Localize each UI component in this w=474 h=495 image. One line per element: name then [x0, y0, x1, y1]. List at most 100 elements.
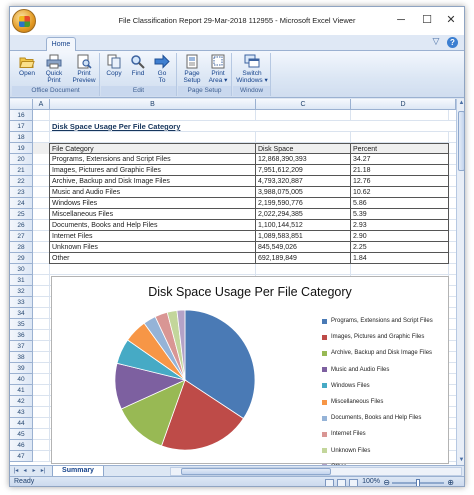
- first-sheet-icon[interactable]: |◂: [12, 467, 20, 476]
- table-cell-percent[interactable]: 5.39: [351, 209, 449, 220]
- cell-a[interactable]: [33, 385, 50, 396]
- cell-a[interactable]: [33, 396, 50, 407]
- cell-a[interactable]: [33, 110, 50, 121]
- row-header[interactable]: 27: [10, 231, 33, 242]
- cell-a[interactable]: [33, 231, 50, 242]
- cell-a[interactable]: [33, 429, 50, 440]
- row-header[interactable]: 24: [10, 198, 33, 209]
- row-header[interactable]: 25: [10, 209, 33, 220]
- cell-a[interactable]: [33, 297, 50, 308]
- row-header[interactable]: 26: [10, 220, 33, 231]
- cell-a[interactable]: [33, 154, 50, 165]
- row-header[interactable]: 41: [10, 385, 33, 396]
- ribbon-collapse-icon[interactable]: ▽: [430, 36, 442, 49]
- row-header[interactable]: 31: [10, 275, 33, 286]
- row-header[interactable]: 32: [10, 286, 33, 297]
- column-header-a[interactable]: A: [33, 99, 50, 110]
- table-cell-disk-space[interactable]: 12,868,390,393: [256, 154, 351, 165]
- cell-d[interactable]: [351, 110, 449, 121]
- row-header[interactable]: 43: [10, 407, 33, 418]
- cell-a[interactable]: [33, 264, 50, 275]
- row-header[interactable]: 42: [10, 396, 33, 407]
- cell-b[interactable]: [50, 110, 256, 121]
- row-header[interactable]: 46: [10, 440, 33, 451]
- sheet-title-cell[interactable]: Disk Space Usage Per File Category: [50, 121, 350, 132]
- cell-a[interactable]: [33, 242, 50, 253]
- table-cell-disk-space[interactable]: 2,199,590,776: [256, 198, 351, 209]
- minimize-button[interactable]: ─: [394, 13, 408, 27]
- row-header[interactable]: 47: [10, 451, 33, 462]
- table-cell-percent[interactable]: 1.84: [351, 253, 449, 264]
- scroll-up-icon[interactable]: ▲: [457, 99, 464, 108]
- cell-a[interactable]: [33, 176, 50, 187]
- row-header[interactable]: 18: [10, 132, 33, 143]
- table-cell-disk-space[interactable]: 1,089,583,851: [256, 231, 351, 242]
- row-header[interactable]: 38: [10, 352, 33, 363]
- table-cell-disk-space[interactable]: 4,793,320,887: [256, 176, 351, 187]
- row-header[interactable]: 30: [10, 264, 33, 275]
- table-cell-category[interactable]: Internet Files: [50, 231, 256, 242]
- table-cell-percent[interactable]: 21.18: [351, 165, 449, 176]
- row-header[interactable]: 33: [10, 297, 33, 308]
- row-header[interactable]: 44: [10, 418, 33, 429]
- help-icon[interactable]: ?: [447, 37, 458, 48]
- horizontal-scroll-thumb[interactable]: [181, 468, 331, 475]
- quick-print-button[interactable]: Quick Print: [42, 53, 66, 86]
- cell-a[interactable]: [33, 286, 50, 297]
- find-button[interactable]: Find: [127, 53, 149, 86]
- column-header-c[interactable]: C: [256, 99, 351, 110]
- select-all-corner[interactable]: [10, 99, 33, 110]
- table-cell-disk-space[interactable]: 2,022,294,385: [256, 209, 351, 220]
- cell-a[interactable]: [33, 308, 50, 319]
- row-header[interactable]: 45: [10, 429, 33, 440]
- prev-sheet-icon[interactable]: ◂: [21, 467, 29, 476]
- cell-a[interactable]: [33, 165, 50, 176]
- vertical-scrollbar[interactable]: ▲ ▼: [456, 99, 464, 465]
- cell-a[interactable]: [33, 374, 50, 385]
- table-cell-percent[interactable]: 10.62: [351, 187, 449, 198]
- zoom-slider-thumb[interactable]: [416, 479, 420, 486]
- cell-a[interactable]: [33, 330, 50, 341]
- table-cell-percent[interactable]: 5.86: [351, 198, 449, 209]
- row-header[interactable]: 17: [10, 121, 33, 132]
- row-header[interactable]: 29: [10, 253, 33, 264]
- column-header-d[interactable]: D: [351, 99, 456, 110]
- row-header[interactable]: 22: [10, 176, 33, 187]
- open-button[interactable]: Open: [16, 53, 38, 86]
- copy-button[interactable]: Copy: [103, 53, 125, 86]
- table-cell-category[interactable]: Programs, Extensions and Script Files: [50, 154, 256, 165]
- tab-home[interactable]: Home: [46, 37, 76, 51]
- maximize-button[interactable]: ☐: [420, 13, 434, 27]
- cell-a[interactable]: [33, 319, 50, 330]
- cell-a[interactable]: [33, 363, 50, 374]
- row-header[interactable]: 37: [10, 341, 33, 352]
- row-header[interactable]: 36: [10, 330, 33, 341]
- cell-a[interactable]: [33, 341, 50, 352]
- horizontal-scrollbar[interactable]: [170, 467, 462, 476]
- page-layout-view-button[interactable]: [337, 479, 346, 486]
- cell-c[interactable]: [256, 264, 351, 275]
- last-sheet-icon[interactable]: ▸|: [39, 467, 47, 476]
- row-header[interactable]: 23: [10, 187, 33, 198]
- switch-windows-button[interactable]: Switch Windows ▾: [234, 53, 270, 86]
- table-header-disk-space[interactable]: Disk Space: [256, 143, 351, 154]
- table-cell-category[interactable]: Other: [50, 253, 256, 264]
- cell-a[interactable]: [33, 352, 50, 363]
- cell-c[interactable]: [256, 132, 351, 143]
- table-cell-category[interactable]: Images, Pictures and Graphic Files: [50, 165, 256, 176]
- table-cell-disk-space[interactable]: 7,951,612,209: [256, 165, 351, 176]
- table-header-file-category[interactable]: File Category: [50, 143, 256, 154]
- table-cell-percent[interactable]: 2.90: [351, 231, 449, 242]
- cell-a[interactable]: [33, 451, 50, 462]
- row-header[interactable]: 21: [10, 165, 33, 176]
- cell-b[interactable]: [50, 132, 256, 143]
- cell-a[interactable]: [33, 187, 50, 198]
- table-cell-category[interactable]: Archive, Backup and Disk Image Files: [50, 176, 256, 187]
- row-header[interactable]: 39: [10, 363, 33, 374]
- cell-a[interactable]: [33, 198, 50, 209]
- table-cell-category[interactable]: Miscellaneous Files: [50, 209, 256, 220]
- zoom-in-icon[interactable]: ⊕: [447, 478, 454, 486]
- table-cell-percent[interactable]: 2.25: [351, 242, 449, 253]
- table-cell-category[interactable]: Unknown Files: [50, 242, 256, 253]
- cell-d[interactable]: [351, 264, 449, 275]
